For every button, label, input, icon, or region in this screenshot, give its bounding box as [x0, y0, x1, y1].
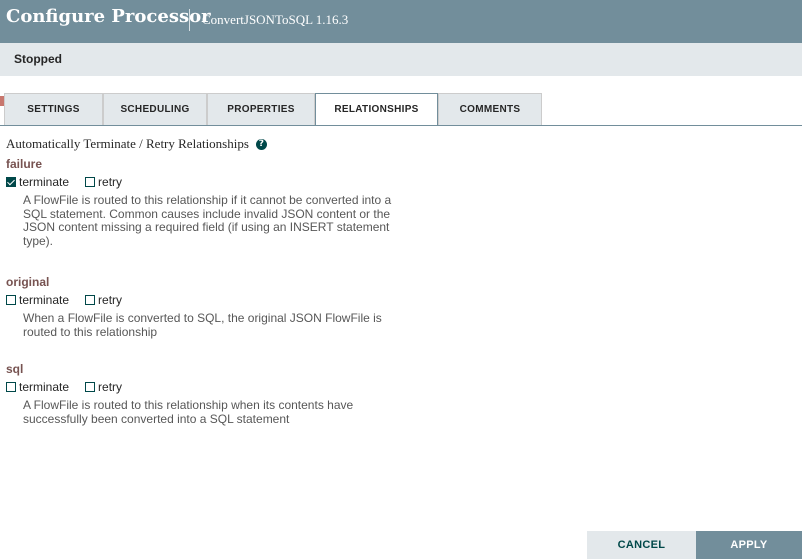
retry-checkbox[interactable]: retry	[85, 380, 122, 394]
relationship-name: sql	[6, 362, 24, 376]
relationship-original: original terminate retry When a FlowFile…	[6, 275, 393, 339]
terminate-checkbox[interactable]: terminate	[6, 175, 69, 189]
relationship-name: failure	[6, 157, 43, 171]
relationships-heading: Automatically Terminate / Retry Relation…	[6, 136, 796, 152]
terminate-checkbox[interactable]: terminate	[6, 293, 69, 307]
relationship-name: original	[6, 275, 50, 289]
retry-label: retry	[98, 380, 123, 394]
dialog-header: Configure Processor ConvertJSONToSQL 1.1…	[0, 0, 802, 43]
tab-relationships[interactable]: RELATIONSHIPS	[315, 93, 438, 126]
title-separator	[189, 9, 190, 31]
retry-label: retry	[98, 293, 123, 307]
retry-checkbox[interactable]: retry	[85, 175, 122, 189]
checkbox-icon	[6, 382, 16, 392]
checkbox-checked-icon	[6, 177, 16, 187]
retry-label: retry	[98, 175, 123, 189]
retry-checkbox[interactable]: retry	[85, 293, 122, 307]
terminate-checkbox[interactable]: terminate	[6, 380, 69, 394]
relationships-panel: Automatically Terminate / Retry Relation…	[6, 136, 796, 425]
terminate-label: terminate	[19, 293, 70, 307]
relationship-sql: sql terminate retry A FlowFile is routed…	[6, 362, 393, 426]
apply-button[interactable]: APPLY	[696, 531, 802, 559]
status-bar: Stopped	[0, 43, 802, 106]
checkbox-icon	[6, 295, 16, 305]
tab-properties[interactable]: PROPERTIES	[207, 93, 315, 125]
tab-comments[interactable]: COMMENTS	[438, 93, 542, 125]
question-circle-icon[interactable]: ?	[255, 138, 267, 150]
relationship-description: A FlowFile is routed to this relationshi…	[23, 193, 392, 248]
relationship-failure: failure terminate retry A FlowFile is ro…	[6, 157, 393, 248]
relationships-heading-text: Automatically Terminate / Retry Relation…	[6, 136, 249, 151]
relationship-description: When a FlowFile is converted to SQL, the…	[23, 311, 382, 339]
tab-settings[interactable]: SETTINGS	[4, 93, 103, 125]
dialog-title: Configure Processor	[6, 6, 211, 27]
processor-type: ConvertJSONToSQL 1.16.3	[202, 12, 349, 27]
tab-scheduling[interactable]: SCHEDULING	[103, 93, 207, 125]
status-text: Stopped	[14, 52, 62, 66]
checkbox-icon	[85, 382, 96, 392]
tab-divider	[0, 125, 802, 126]
tab-bar: SETTINGS SCHEDULING PROPERTIES RELATIONS…	[0, 93, 802, 126]
relationship-description: A FlowFile is routed to this relationshi…	[23, 398, 354, 426]
checkbox-icon	[85, 177, 96, 187]
checkbox-icon	[85, 295, 96, 305]
terminate-label: terminate	[19, 175, 70, 189]
terminate-label: terminate	[19, 380, 70, 394]
cancel-button[interactable]: CANCEL	[587, 531, 696, 559]
